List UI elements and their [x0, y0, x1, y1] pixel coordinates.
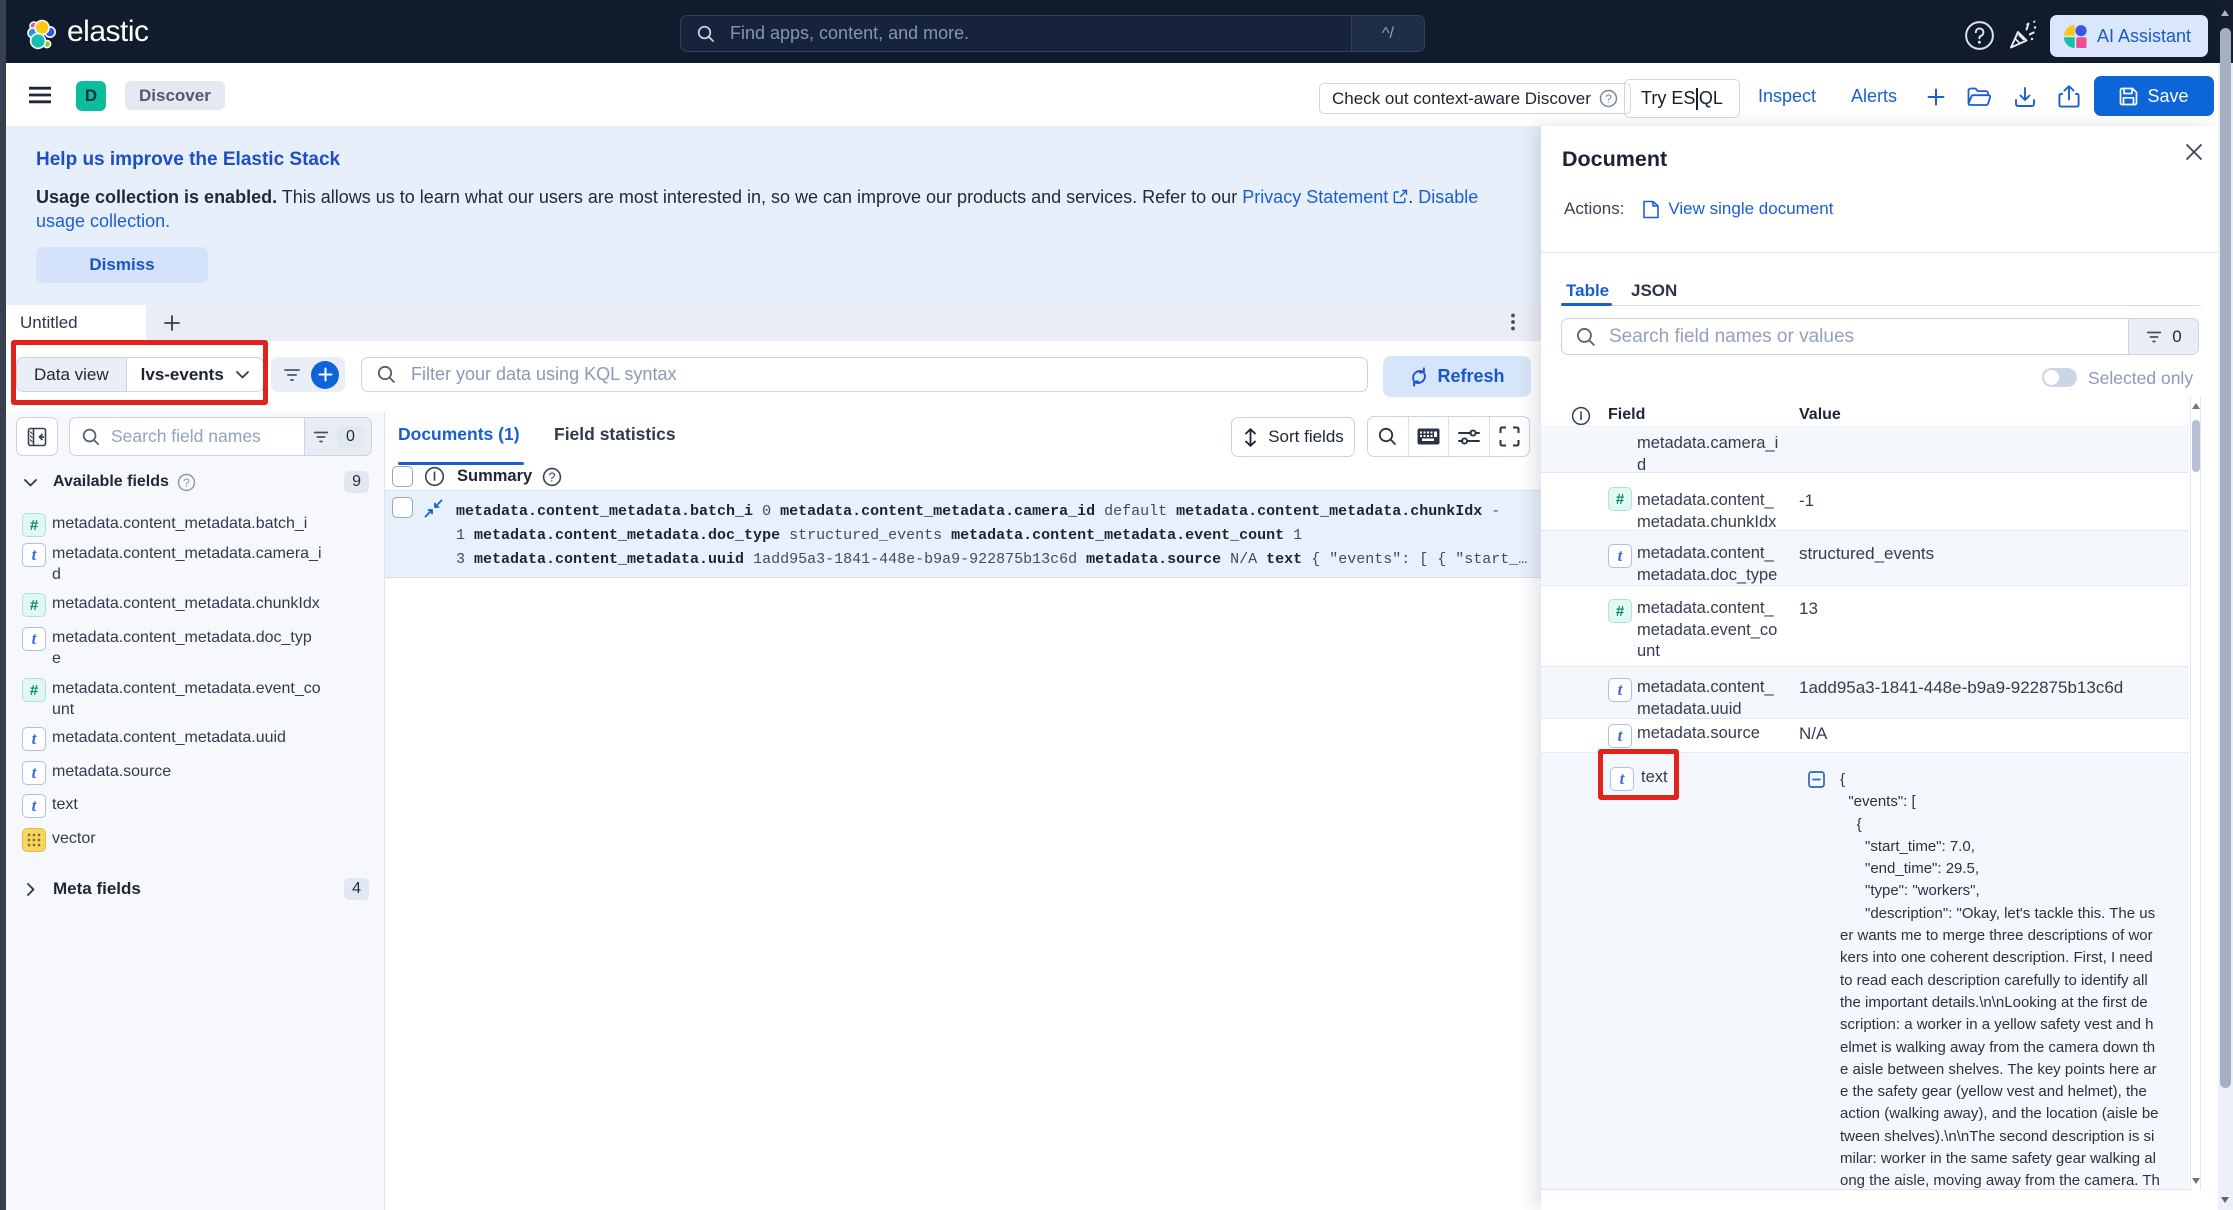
svg-text:?: ? — [1605, 92, 1612, 106]
svg-text:?: ? — [549, 470, 556, 484]
svg-text:?: ? — [183, 475, 190, 489]
